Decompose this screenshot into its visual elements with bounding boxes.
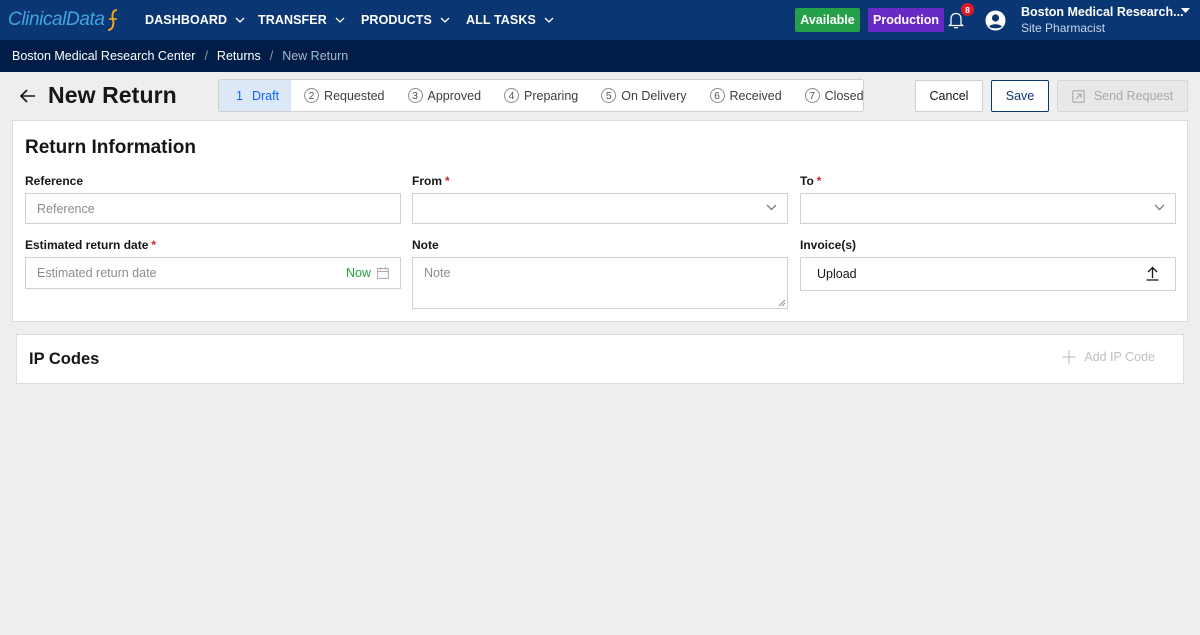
- invoices-label: Invoice(s): [800, 238, 856, 252]
- reference-placeholder: Reference: [37, 201, 95, 216]
- send-request-button[interactable]: Send Request: [1057, 80, 1188, 112]
- nav-transfer[interactable]: TRANSFER: [258, 0, 345, 40]
- status-badge-available[interactable]: Available: [795, 8, 860, 32]
- chevron-down-icon: [1154, 204, 1165, 211]
- chevron-down-icon: [544, 17, 554, 23]
- environment-badge-production[interactable]: Production: [868, 8, 944, 32]
- upload-icon: [1146, 266, 1159, 281]
- step-number: 6: [709, 88, 725, 103]
- chevron-down-icon: [335, 17, 345, 23]
- step-number: 5: [601, 88, 617, 103]
- step-label: On Delivery: [621, 88, 687, 103]
- user-name[interactable]: Boston Medical Research...: [1021, 5, 1184, 19]
- step-number: 4: [504, 88, 520, 103]
- nav-dashboard-label: DASHBOARD: [145, 13, 228, 27]
- send-request-label: Send Request: [1093, 89, 1174, 103]
- upload-label: Upload: [817, 267, 857, 281]
- plus-icon: [1062, 350, 1076, 364]
- step-label: Received: [729, 88, 782, 103]
- nav-dashboard[interactable]: DASHBOARD: [145, 0, 245, 40]
- step-label: Requested: [324, 88, 385, 103]
- nav-products[interactable]: PRODUCTS: [361, 0, 450, 40]
- step-label: Approved: [427, 88, 482, 103]
- step-preparing[interactable]: 4 Preparing: [491, 80, 588, 111]
- nav-all-tasks[interactable]: ALL TASKS: [466, 0, 554, 40]
- to-select[interactable]: [800, 193, 1176, 224]
- back-arrow-icon[interactable]: [18, 86, 38, 106]
- step-label: Preparing: [524, 88, 579, 103]
- reference-label-text: Reference: [25, 174, 84, 188]
- estimated-return-date-placeholder: Estimated return date: [37, 266, 157, 280]
- step-closed[interactable]: 7 Closed: [792, 80, 864, 111]
- top-navigation-bar: ClinicalData DASHBOARD TRANSFER PRODUCTS…: [0, 0, 1200, 40]
- chevron-down-icon: [235, 17, 245, 23]
- now-link[interactable]: Now: [346, 266, 371, 280]
- estimated-return-date-label-text: Estimated return date: [25, 238, 149, 252]
- step-number: 2: [304, 88, 320, 103]
- ip-codes-card: IP Codes Add IP Code: [16, 334, 1184, 384]
- step-draft[interactable]: 1 Draft: [219, 80, 292, 111]
- external-link-icon: [1072, 89, 1085, 103]
- to-label-text: To: [800, 174, 814, 188]
- reference-input[interactable]: Reference: [25, 193, 401, 224]
- invoices-label-text: Invoice(s): [800, 238, 857, 252]
- step-number: 1: [236, 88, 243, 103]
- step-approved[interactable]: 3 Approved: [395, 80, 492, 111]
- user-avatar-icon[interactable]: [985, 10, 1006, 31]
- required-mark: *: [151, 238, 157, 252]
- breadcrumb-current: New Return: [282, 49, 349, 63]
- breadcrumb-separator: /: [269, 49, 274, 63]
- clinicaldata-logo[interactable]: ClinicalData: [8, 7, 120, 33]
- logo-text: ClinicalData: [8, 9, 105, 30]
- breadcrumb-site[interactable]: Boston Medical Research Center: [12, 49, 195, 63]
- step-received[interactable]: 6 Received: [697, 80, 792, 111]
- status-stepper: 1 Draft 2 Requested 3 Approved 4 Prepari…: [218, 79, 864, 112]
- user-role: Site Pharmacist: [1021, 21, 1106, 35]
- cancel-button[interactable]: Cancel: [915, 80, 983, 112]
- step-label: Closed: [824, 88, 864, 103]
- add-ip-code-button[interactable]: Add IP Code: [1062, 350, 1155, 364]
- step-number: 7: [804, 88, 820, 103]
- breadcrumb: Boston Medical Research Center / Returns…: [0, 40, 1200, 72]
- to-label: To *: [800, 174, 821, 188]
- required-mark: *: [445, 174, 450, 188]
- return-information-title: Return Information: [25, 137, 196, 158]
- note-placeholder: Note: [424, 266, 451, 280]
- ip-codes-title: IP Codes: [29, 350, 100, 368]
- nav-products-label: PRODUCTS: [361, 13, 432, 27]
- step-number: 3: [407, 88, 423, 103]
- notification-count-badge: 8: [961, 3, 974, 16]
- note-textarea[interactable]: Note: [412, 257, 788, 309]
- note-label: Note: [412, 238, 439, 252]
- estimated-return-date-label: Estimated return date *: [25, 238, 156, 252]
- estimated-return-date-input[interactable]: Estimated return date Now: [25, 257, 401, 289]
- from-label-text: From: [412, 174, 442, 188]
- logo-mark-icon: [107, 9, 117, 31]
- step-label: Draft: [251, 88, 280, 103]
- upload-invoice-button[interactable]: Upload: [800, 257, 1176, 291]
- breadcrumb-returns[interactable]: Returns: [217, 49, 261, 63]
- required-mark: *: [816, 174, 822, 188]
- step-requested[interactable]: 2 Requested: [291, 80, 394, 111]
- return-information-card: Return Information Reference Reference F…: [12, 120, 1188, 322]
- page-title: New Return: [48, 82, 177, 108]
- from-label: From *: [412, 174, 450, 188]
- nav-transfer-label: TRANSFER: [258, 13, 327, 27]
- calendar-icon[interactable]: [377, 267, 389, 279]
- reference-label: Reference: [25, 174, 83, 188]
- nav-all-tasks-label: ALL TASKS: [466, 13, 536, 27]
- chevron-down-icon: [766, 204, 777, 211]
- caret-down-icon[interactable]: [1181, 8, 1190, 14]
- add-ip-code-label: Add IP Code: [1084, 350, 1155, 364]
- note-label-text: Note: [412, 238, 439, 252]
- save-button[interactable]: Save: [991, 80, 1049, 112]
- chevron-down-icon: [440, 17, 450, 23]
- breadcrumb-separator: /: [204, 49, 208, 63]
- step-on-delivery[interactable]: 5 On Delivery: [588, 80, 696, 111]
- resize-handle-icon[interactable]: [778, 299, 786, 307]
- from-select[interactable]: [412, 193, 788, 224]
